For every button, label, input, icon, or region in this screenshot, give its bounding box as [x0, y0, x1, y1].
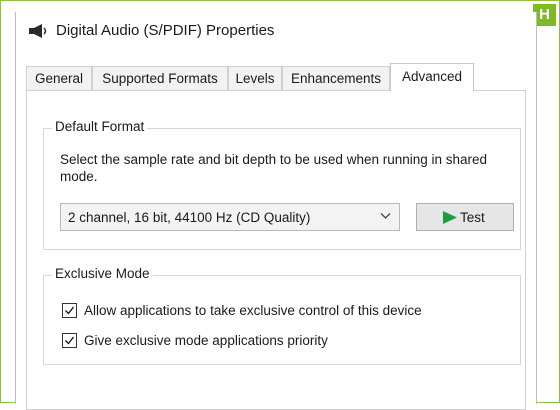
- tab-general[interactable]: General: [26, 66, 92, 90]
- play-icon: [443, 211, 457, 224]
- exclusive-control-label: Allow applications to take exclusive con…: [84, 303, 422, 318]
- checkmark-icon: [65, 306, 75, 315]
- default-format-select[interactable]: 2 channel, 16 bit, 44100 Hz (CD Quality): [60, 203, 400, 231]
- exclusive-mode-legend: Exclusive Mode: [52, 266, 153, 281]
- tab-advanced[interactable]: Advanced: [390, 63, 474, 91]
- tab-enhancements[interactable]: Enhancements: [282, 66, 390, 90]
- test-button-label: Test: [460, 210, 485, 225]
- test-button[interactable]: Test: [416, 203, 514, 231]
- default-format-description: Select the sample rate and bit depth to …: [60, 152, 488, 184]
- properties-dialog: Digital Audio (S/PDIF) Properties Genera…: [15, 12, 537, 410]
- default-format-value: 2 channel, 16 bit, 44100 Hz (CD Quality): [68, 210, 311, 225]
- tab-levels[interactable]: Levels: [228, 66, 282, 90]
- default-format-group: Default Format Select the sample rate an…: [43, 119, 521, 250]
- default-format-legend: Default Format: [52, 119, 148, 134]
- tab-supported-formats[interactable]: Supported Formats: [92, 66, 228, 90]
- tab-bar: General Supported Formats Levels Enhance…: [26, 63, 526, 91]
- advanced-panel: Default Format Select the sample rate an…: [26, 90, 526, 410]
- chevron-down-icon: [380, 213, 391, 219]
- title-bar: Digital Audio (S/PDIF) Properties: [16, 12, 536, 52]
- speaker-icon: [29, 24, 47, 38]
- checkmark-icon: [65, 336, 75, 345]
- exclusive-priority-checkbox[interactable]: [62, 333, 77, 348]
- exclusive-control-checkbox[interactable]: [62, 303, 77, 318]
- exclusive-priority-label: Give exclusive mode applications priorit…: [84, 333, 328, 348]
- window-title: Digital Audio (S/PDIF) Properties: [56, 22, 275, 39]
- exclusive-mode-group: Exclusive Mode Allow applications to tak…: [43, 266, 521, 365]
- screenshot-frame: H Digital Audio (S/PDIF) Properties Gene…: [0, 0, 560, 410]
